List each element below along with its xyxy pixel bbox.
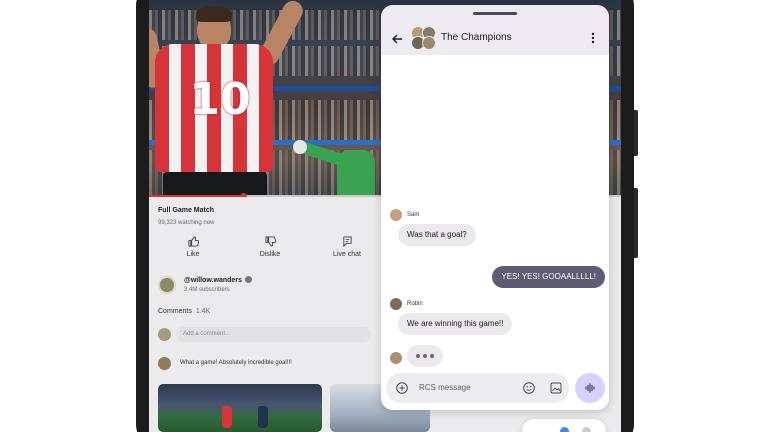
thumbnail-player xyxy=(258,406,268,428)
add-icon[interactable] xyxy=(396,382,408,394)
typing-dot xyxy=(430,354,434,358)
voice-icon xyxy=(585,383,595,393)
typing-indicator xyxy=(407,345,443,367)
power-button xyxy=(634,188,638,258)
message-bubble-in[interactable]: We are winning this game!! xyxy=(398,313,513,335)
message-input[interactable]: RCS message xyxy=(419,383,471,392)
stage: 10 Full Game Match 99,323 watching now L… xyxy=(0,0,768,432)
floating-bubble-bar[interactable] xyxy=(522,419,606,432)
user-avatar xyxy=(158,328,171,341)
typing-dot xyxy=(423,354,427,358)
more-vert-icon[interactable] xyxy=(589,31,597,45)
top-comment: What a game! Absolutely incredible goal!… xyxy=(180,360,292,366)
channel-name-row[interactable]: @willow.wanders xyxy=(184,276,252,284)
live-chat-button[interactable]: Live chat xyxy=(317,236,377,258)
like-button[interactable]: Like xyxy=(163,236,223,258)
comments-header[interactable]: Comments 1.4K xyxy=(158,308,210,315)
back-arrow-icon[interactable] xyxy=(390,32,404,46)
sam-avatar[interactable] xyxy=(390,209,402,221)
like-label: Like xyxy=(186,251,200,258)
group-avatar[interactable] xyxy=(411,26,437,50)
view-count: 99,323 watching now xyxy=(158,220,215,226)
chat-bubble-window[interactable]: The Champions Sam Was that a goal? YES! … xyxy=(381,5,609,410)
keeper-glove xyxy=(293,140,307,154)
comments-label: Comments xyxy=(158,308,192,315)
jersey-number: 10 xyxy=(189,74,251,125)
chat-header: The Champions xyxy=(381,5,609,55)
add-comment-input[interactable]: Add a comment... xyxy=(176,327,371,342)
robin-avatar[interactable] xyxy=(390,298,402,310)
typing-dot xyxy=(416,354,420,358)
subscriber-count: 3.4M subscribers xyxy=(184,287,230,293)
sender-name: Sam xyxy=(407,212,420,218)
player-shorts xyxy=(163,172,267,197)
dislike-label: Dislike xyxy=(259,251,281,258)
voice-message-button[interactable] xyxy=(575,373,605,403)
progress-scrubber[interactable] xyxy=(240,193,248,197)
thumbs-up-icon xyxy=(187,236,199,247)
drag-handle[interactable] xyxy=(473,12,517,15)
chat-icon xyxy=(342,236,352,247)
player-hair xyxy=(196,6,232,22)
message-bubble-out[interactable]: YES! YES! GOOAALLLLL! xyxy=(492,266,605,288)
thumbnail-player xyxy=(222,406,232,428)
bubble-icon[interactable] xyxy=(560,427,569,432)
member-avatar xyxy=(422,36,436,50)
progress-fill xyxy=(149,195,244,197)
image-icon[interactable] xyxy=(550,382,562,394)
chat-title: The Champions xyxy=(441,32,512,43)
live-chat-label: Live chat xyxy=(332,251,362,258)
sender-name: Robin xyxy=(407,301,423,307)
message-bubble-in[interactable]: Was that a goal? xyxy=(398,224,476,246)
typing-user-avatar xyxy=(390,352,402,364)
celebrating-player: 10 xyxy=(149,0,307,197)
bubble-icon[interactable] xyxy=(582,427,591,432)
comments-count: 1.4K xyxy=(195,308,211,315)
channel-avatar[interactable] xyxy=(158,276,176,294)
emoji-icon[interactable] xyxy=(523,382,535,394)
dislike-button[interactable]: Dislike xyxy=(240,236,300,258)
volume-button xyxy=(634,110,638,156)
goalkeeper xyxy=(293,138,387,197)
commenter-avatar xyxy=(158,357,171,370)
compose-bar[interactable]: RCS message xyxy=(386,373,569,403)
verified-icon xyxy=(244,276,252,283)
player-jersey: 10 xyxy=(155,44,273,172)
thumbs-down-icon xyxy=(264,236,276,247)
keeper-body xyxy=(337,150,375,197)
video-title: Full Game Match xyxy=(158,207,215,214)
related-video-thumbnail[interactable] xyxy=(158,384,322,432)
channel-name: @willow.wanders xyxy=(184,277,242,284)
